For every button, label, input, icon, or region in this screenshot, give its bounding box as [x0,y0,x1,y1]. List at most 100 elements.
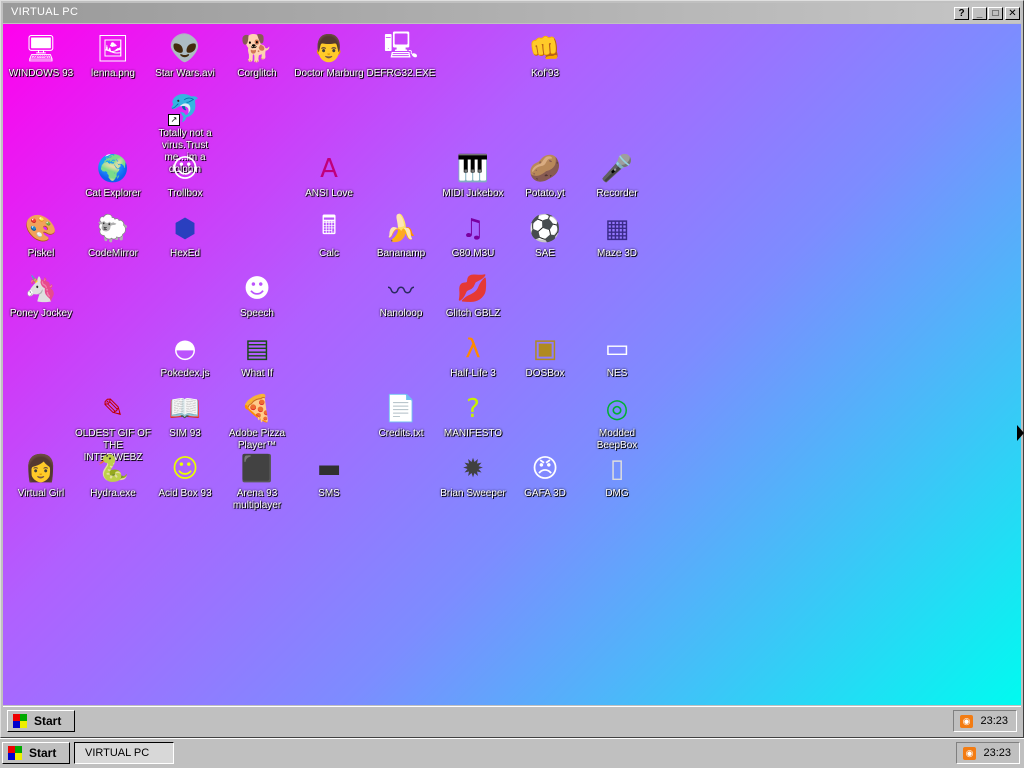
desktop-icon-hexed[interactable]: ⬢ HexEd [147,212,223,260]
desktop-icon-calc[interactable]: 🖩 Calc [291,211,367,260]
girl-face-icon: 👩 [24,454,58,484]
desktop-icon-ansi-love[interactable]: A ANSI Love [291,152,367,200]
desktop-icon-virtual-girl[interactable]: 👩 Virtual Girl [3,452,79,500]
desktop-icon-corglitch[interactable]: 🐕 Corglitch [219,32,295,80]
desktop-icon-recorder[interactable]: 🎤 Recorder [579,152,655,200]
desktop-icon-sim-93[interactable]: 📖 SIM 93 [147,392,223,440]
desktop-icon-potato-yt[interactable]: 🥔 Potato.yt [507,152,583,200]
inner-start-button[interactable]: Start [7,710,75,732]
desktop-icon-pokedex-js[interactable]: ◓ Pokedex.js [147,332,223,380]
taskbar-item-virtual-pc[interactable]: VIRTUAL PC [74,742,174,764]
desktop-icon-g80-m3u[interactable]: ♫ G80.M3U [435,212,511,260]
desktop-icon-gafa-3d[interactable]: 😠 GAFA 3D [507,452,583,500]
globe-cat-icon: 🌍 [96,154,130,184]
minimize-button[interactable]: _ [972,7,987,20]
desktop-icon-defrg32-exe[interactable]: 🖳 DEFRG32.EXE [363,31,439,80]
windows-logo-icon [13,714,27,728]
desktop-icon-arena-93-multiplayer[interactable]: ⬛ Arena 93 multiplayer [219,452,295,512]
virtual-pc-window: VIRTUAL PC ? _ □ ✕ 🖥 WINDOWS 93 🖼 lenna.png… [0,0,1024,738]
dosbox-icon: ▣ [532,334,558,364]
desktop-icon-kof-93[interactable]: 👊 Kof'93 [507,32,583,80]
close-button[interactable]: ✕ [1005,7,1020,20]
desktop-icon-nanoloop[interactable]: 〰 Nanoloop [363,272,439,320]
desktop-icon-label: Speech [240,308,274,319]
inner-system-tray: ◉ 23:23 [953,710,1017,732]
desktop-icon-midi-jukebox[interactable]: 🎹 MIDI Jukebox [435,152,511,200]
window-titlebar[interactable]: VIRTUAL PC ? _ □ ✕ [3,3,1021,23]
gameboy-icon: ▯ [609,454,625,484]
pizza-icon: 🍕 [240,394,274,424]
host-system-tray: ◉ 23:23 [956,742,1020,764]
desktop-icon-sms[interactable]: ▬ SMS [291,452,367,500]
inner-clock: 23:23 [980,715,1008,727]
potato-icon: 🥔 [528,154,562,184]
desktop-icon-piskel[interactable]: 🎨 Piskel [3,212,79,260]
maximize-button[interactable]: □ [988,7,1003,20]
corgi-icon: 🐕 [240,34,274,64]
desktop-icon-what-if[interactable]: ▤ What If [219,332,295,380]
desktop-icon-label: Doctor Marburg [294,68,364,79]
smiley-icon: ☺ [171,454,199,484]
speech-face-icon: ☻ [243,274,271,304]
maze-icon: ▦ [604,214,630,244]
desktop-icon-maze-3d[interactable]: ▦ Maze 3D [579,212,655,260]
desktop-icon-sae[interactable]: ⚽ SAE [507,212,583,260]
desktop-icon-hydra-exe[interactable]: 🐍 Hydra.exe [75,452,151,500]
lips-icon: 💋 [456,274,490,304]
desktop-icon-label: DMG [605,488,629,499]
hexagon-icon: ⬢ [173,214,197,244]
inner-start-label: Start [34,714,62,728]
desktop-icon-speech[interactable]: ☻ Speech [219,272,295,320]
desktop-icon-label: DOSBox [525,368,565,379]
desktop-icon-poney-jockey[interactable]: 🦄 Poney Jockey [3,272,79,320]
desktop-icon-label: Modded BeepBox [596,428,638,451]
desktop-icon-doctor-marburg[interactable]: 👨 Doctor Marburg [291,32,367,80]
desktop[interactable]: 🖥 WINDOWS 93 🖼 lenna.png 👽 Star Wars.avi 🐕 Corg… [3,24,1021,705]
desktop-icon-trollbox[interactable]: ☺ Trollbox [147,152,223,200]
desktop-icon-credits-txt[interactable]: 📄 Credits.txt [363,392,439,440]
ansi-file-icon: A [320,154,338,184]
microphone-icon: 🎤 [600,154,634,184]
desktop-icon-label: WINDOWS 93 [8,68,74,79]
desktop-icon-half-life-3[interactable]: λ Half-Life 3 [435,332,511,380]
desktop-icon-brian-sweeper[interactable]: ✹ Brian Sweeper [435,452,511,500]
audio-file-icon: ♫ [461,214,485,244]
desktop-icon-dosbox[interactable]: ▣ DOSBox [507,332,583,380]
desktop-icon-label: HexEd [169,248,200,259]
shortcut-arrow-icon: ↗ [168,114,180,126]
host-clock: 23:23 [983,747,1011,759]
desktop-icon-glitch-gblz[interactable]: 💋 Glitch GBLZ [435,272,511,320]
fighter-icon: 👊 [528,34,562,64]
calculator-icon: 🖩 [321,211,337,241]
help-button[interactable]: ? [954,7,969,20]
rss-icon[interactable]: ◉ [963,747,976,760]
desktop-icon-lenna-png[interactable]: 🖼 lenna.png [75,32,151,80]
desktop-icon-label: Trollbox [167,188,203,199]
desktop-icon-modded-beepbox[interactable]: ◎ Modded BeepBox [579,392,655,452]
banana-icon: 🍌 [384,214,418,244]
desktop-icon-bananamp[interactable]: 🍌 Bananamp [363,212,439,260]
desktop-icon-label: Cat Explorer [85,188,141,199]
rss-icon[interactable]: ◉ [960,715,973,728]
monitor-face-icon: 🖳 [383,31,419,61]
desktop-icon-acid-box-93[interactable]: ☺ Acid Box 93 [147,452,223,500]
desktop-icon-manifesto[interactable]: ? MANIFESTO [435,392,511,440]
desktop-icon-cat-explorer[interactable]: 🌍 Cat Explorer [75,152,151,200]
desktop-icon-dmg[interactable]: ▯ DMG [579,452,655,500]
desktop-icon-windows-93[interactable]: 🖥 WINDOWS 93 [3,32,79,80]
dolphin-icon: 🐬 ↗ [168,94,202,126]
desktop-icon-star-wars-avi[interactable]: 👽 Star Wars.avi [147,32,223,80]
desktop-icon-codemirror[interactable]: 🐑 CodeMirror [75,212,151,260]
desktop-icon-label: SMS [318,488,340,499]
desktop-icon-label: CodeMirror [87,248,138,259]
host-start-button[interactable]: Start [2,742,70,764]
nes-console-icon: ▭ [604,334,630,364]
desktop-icon-label: SIM 93 [169,428,201,439]
windows-logo-icon [8,746,22,760]
hydra-icon: 🐍 [96,454,130,484]
desktop-icon-label: Half-Life 3 [450,368,496,379]
desktop-icon-nes[interactable]: ▭ NES [579,332,655,380]
desktop-icon-label: What If [241,368,273,379]
amiga-ball-icon: ⚽ [528,214,562,244]
desktop-icon-adobe-pizza-player[interactable]: 🍕 Adobe Pizza Player™ [219,392,295,452]
